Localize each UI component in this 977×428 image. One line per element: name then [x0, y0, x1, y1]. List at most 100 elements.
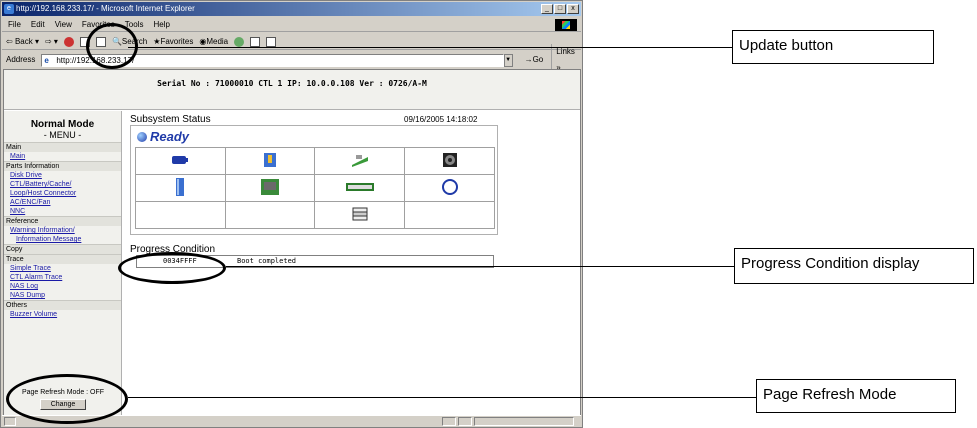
grid-cell-power-supply[interactable]: [224, 147, 316, 175]
ready-label: Ready: [150, 129, 190, 144]
internet-zone-icon: [474, 417, 574, 426]
sidebar-link[interactable]: Information Message: [4, 235, 121, 244]
sidebar-section-title: Others: [4, 300, 121, 310]
grid-cell-empty-1: [135, 201, 226, 229]
update-leader-line: [128, 47, 732, 48]
menu-favorites[interactable]: Favorites: [82, 18, 115, 31]
sidebar-link[interactable]: Main: [4, 152, 121, 161]
refresh-icon[interactable]: [79, 36, 90, 47]
favorites-label: Favorites: [160, 36, 194, 46]
sidebar-link[interactable]: CTL/Battery/Cache/: [4, 180, 121, 189]
forward-button[interactable]: ⇨ ▾: [45, 34, 58, 50]
grid-cell-fan[interactable]: [404, 147, 495, 175]
maximize-button[interactable]: □: [554, 4, 566, 14]
power-supply-icon: [264, 153, 277, 167]
sidebar-link[interactable]: Warning Information/: [4, 226, 121, 235]
sidebar-section-title: Main: [4, 142, 121, 152]
mail-icon[interactable]: [250, 36, 261, 47]
sidebar-sections: Main Main Parts Information Disk Drive CTL/B…: [4, 142, 121, 319]
windows-logo-icon: [555, 19, 577, 31]
sidebar-section-title: Trace: [4, 254, 121, 264]
mode-title: Normal Mode: [30, 119, 95, 130]
home-icon[interactable]: [95, 36, 106, 47]
sidebar-link[interactable]: NAS Log: [4, 282, 121, 291]
search-label: Search: [121, 36, 148, 46]
sidebar-section-title: Reference: [4, 216, 121, 226]
sidebar-link[interactable]: NAS Dump: [4, 291, 121, 300]
grid-cell-empty-2: [224, 201, 316, 229]
grid-cell-empty-3: [404, 201, 495, 229]
address-bar: Address http://192.168.233.17/ ▼ →Go Lin…: [2, 44, 581, 76]
sidebar-link[interactable]: AC/ENC/Fan: [4, 198, 121, 207]
grid-cell-disk-drive[interactable]: [135, 174, 226, 202]
address-input[interactable]: http://192.168.233.17/: [41, 53, 504, 67]
links-label: Links: [556, 47, 575, 56]
menu-label: - MENU -: [43, 130, 82, 140]
back-button[interactable]: ⇦ Back ▾: [6, 34, 39, 50]
sidebar-link[interactable]: Disk Drive: [4, 171, 121, 180]
minimize-button[interactable]: _: [541, 4, 553, 14]
ready-icon: [137, 132, 147, 142]
progress-leader-line: [226, 266, 734, 267]
close-button[interactable]: x: [567, 4, 579, 14]
sidebar-link[interactable]: Buzzer Volume: [4, 310, 121, 319]
page-refresh-mode-callout: Page Refresh Mode: [756, 379, 956, 413]
host-connector-icon: [345, 183, 374, 191]
go-label: Go: [532, 55, 544, 64]
browser-window: e http://192.168.233.17/ - Microsoft Int…: [0, 0, 583, 428]
ie-logo-icon: e: [4, 4, 14, 14]
status-cell: [458, 417, 472, 426]
page-refresh-panel: Page Refresh Mode : OFF Change: [4, 389, 122, 410]
update-button-callout: Update button: [732, 30, 934, 64]
grid-cell-battery[interactable]: [135, 147, 226, 175]
main-panel: Subsystem Status 09/16/2005 14:18:02 Rea…: [130, 111, 580, 415]
ready-status: Ready: [137, 129, 189, 144]
grid-cell-controller[interactable]: [314, 147, 406, 175]
progress-code: 0034FFFF: [163, 257, 197, 265]
sidebar-section-title: Copy: [4, 244, 121, 254]
controller-board-icon: [351, 155, 368, 167]
status-date: 09/16/2005 14:18:02: [404, 115, 478, 124]
progress-condition-callout: Progress Condition display: [734, 248, 974, 284]
title-bar: e http://192.168.233.17/ - Microsoft Int…: [2, 2, 581, 16]
subsystem-status-box: Ready: [130, 125, 498, 235]
history-icon[interactable]: [234, 36, 245, 47]
page-status-icon: [4, 417, 16, 426]
loop-icon: [441, 179, 458, 195]
page-refresh-mode: Page Refresh Mode : OFF: [21, 389, 105, 396]
status-bar: [2, 415, 581, 426]
cache-memory-icon: [261, 179, 280, 195]
sidebar-link[interactable]: NNC: [4, 207, 121, 216]
subsystem-title: Subsystem Status: [130, 114, 211, 125]
sidebar: Normal Mode - MENU - Main Main Parts Infor…: [4, 111, 122, 415]
address-label: Address: [6, 55, 36, 64]
grid-cell-cache[interactable]: [224, 174, 316, 202]
address-dropdown-icon[interactable]: ▼: [503, 53, 513, 67]
enclosure-icon: [352, 207, 368, 221]
menu-edit[interactable]: Edit: [31, 18, 45, 31]
status-cell: [442, 417, 456, 426]
print-icon[interactable]: [266, 36, 277, 47]
menu-file[interactable]: File: [8, 18, 21, 31]
page-content: Serial No : 71000010 CTL 1 IP: 10.0.0.10…: [3, 69, 581, 416]
stop-icon[interactable]: [63, 36, 74, 47]
grid-cell-enclosure[interactable]: [314, 201, 406, 229]
menu-tools[interactable]: Tools: [125, 18, 144, 31]
disk-drive-icon: [176, 178, 185, 196]
fan-icon: [442, 153, 457, 167]
change-button[interactable]: Change: [39, 399, 87, 410]
menu-view[interactable]: View: [55, 18, 72, 31]
grid-cell-host-connector[interactable]: [314, 174, 406, 202]
sidebar-link[interactable]: CTL Alarm Trace: [4, 273, 121, 282]
refresh-leader-line: [128, 397, 756, 398]
component-grid: [135, 147, 495, 229]
go-button[interactable]: →Go: [525, 52, 544, 68]
sidebar-link[interactable]: Simple Trace: [4, 264, 121, 273]
progress-condition-title: Progress Condition: [130, 244, 216, 255]
window-title: http://192.168.233.17/ - Microsoft Inter…: [16, 4, 195, 13]
sidebar-link[interactable]: Loop/Host Connector: [4, 189, 121, 198]
back-label: Back: [14, 36, 33, 46]
menu-help[interactable]: Help: [153, 18, 169, 31]
grid-cell-loop[interactable]: [404, 174, 495, 202]
battery-icon: [172, 156, 189, 164]
